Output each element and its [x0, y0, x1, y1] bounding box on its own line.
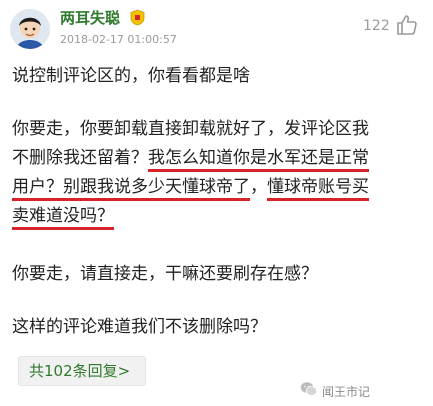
view-replies-button[interactable]: 共102条回复>	[18, 356, 146, 386]
thumbs-up-icon[interactable]	[395, 13, 419, 37]
text-segment: 不删除我还留着？	[12, 148, 148, 168]
text-segment: ，	[250, 177, 267, 197]
comment-paragraph-1: 说控制评论区的，你看看都是啥	[12, 66, 250, 86]
highlighted-text: 卖难道没吗？	[12, 206, 114, 230]
highlighted-text: 我怎么知道你是水军还是正常	[148, 148, 369, 172]
highlighted-text: 用户？别跟我说多少天懂球帝了	[12, 177, 250, 201]
comment-paragraph-2-line-2: 不删除我还留着？我怎么知道你是水军还是正常	[12, 146, 422, 172]
username[interactable]: 两耳失聪	[60, 9, 120, 27]
comment-paragraph-2-line-3: 用户？别跟我说多少天懂球帝了，懂球帝账号买	[12, 175, 422, 201]
comment-header: 两耳失聪 2018-02-17 01:00:57 122	[0, 0, 433, 58]
wechat-icon	[300, 381, 318, 401]
club-badge-icon	[129, 9, 146, 26]
timestamp: 2018-02-17 01:00:57	[60, 33, 177, 46]
like-count: 122	[363, 18, 390, 34]
watermark: 闻王市记	[300, 381, 370, 401]
comment-paragraph-2-line-1: 你要走，你要卸载直接卸载就好了，发评论区我	[12, 119, 369, 139]
watermark-text: 闻王市记	[322, 384, 371, 399]
view-replies-label: 共102条回复>	[29, 362, 131, 380]
highlighted-text: 懂球帝账号买	[267, 177, 369, 201]
comment-paragraph-2-line-4: 卖难道没吗？	[12, 204, 422, 230]
comment-paragraph-3: 你要走，请直接走，干嘛还要刷存在感？	[12, 264, 318, 284]
avatar[interactable]	[10, 9, 50, 49]
comment-paragraph-4: 这样的评论难道我们不该删除吗？	[12, 317, 267, 337]
